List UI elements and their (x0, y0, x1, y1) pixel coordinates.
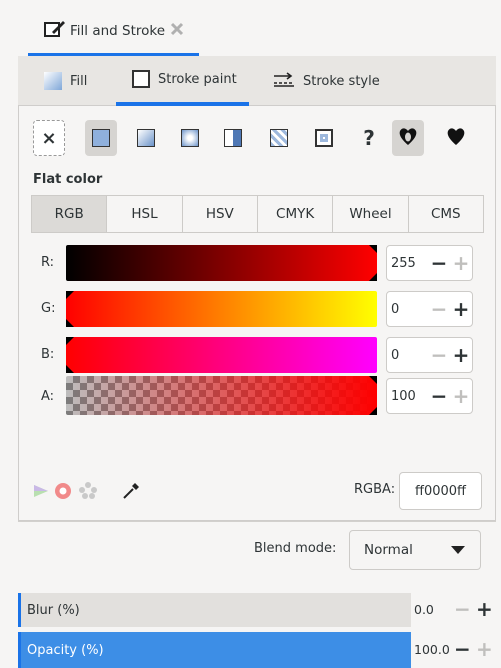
red-value[interactable]: 255 (387, 256, 428, 271)
blend-mode-dropdown[interactable]: Normal (349, 530, 481, 570)
no-paint-icon: × (41, 127, 57, 149)
color-picker-icon[interactable] (121, 481, 141, 505)
stroke-style-icon (273, 71, 295, 91)
unset-paint-icon: ? (363, 126, 375, 150)
opacity-label: Opacity (%) (27, 642, 104, 658)
radial-gradient-icon (181, 129, 199, 147)
chevron-down-icon (451, 546, 465, 554)
red-decrement-button[interactable]: − (428, 253, 450, 273)
pattern-icon (270, 129, 288, 147)
swatch-button[interactable] (308, 120, 340, 156)
green-increment-button[interactable]: + (450, 299, 472, 319)
tab-hsl[interactable]: HSL (106, 195, 183, 233)
tab-hsv[interactable]: HSV (181, 195, 258, 233)
red-slider-marker-bottom (369, 273, 377, 281)
fill-rule-nonzero-icon (445, 125, 467, 151)
color-scales-icon[interactable] (33, 483, 49, 503)
blue-slider-marker (66, 337, 74, 345)
fill-swatch-icon (44, 72, 62, 90)
green-slider-marker-bottom (66, 319, 74, 327)
radial-gradient-button[interactable] (174, 120, 206, 156)
alpha-gradient (66, 376, 377, 415)
blue-increment-button[interactable]: + (450, 345, 472, 365)
green-decrement-button[interactable]: − (428, 299, 450, 319)
tab-stroke-style[interactable]: Stroke style (273, 56, 380, 106)
alpha-label: A: (41, 389, 55, 404)
stroke-swatch-icon (132, 70, 150, 88)
close-icon[interactable] (169, 21, 185, 41)
mesh-gradient-icon (224, 129, 242, 147)
color-mode-tabs: RGB HSL HSV CMYK Wheel CMS (31, 195, 484, 233)
blue-decrement-button[interactable]: − (428, 345, 450, 365)
blue-label: B: (41, 347, 55, 362)
blur-slider[interactable]: Blur (%) (18, 593, 411, 627)
blur-value[interactable]: 0.0 (414, 602, 434, 617)
green-value[interactable]: 0 (387, 302, 428, 317)
green-spinbox[interactable]: 0 − + (386, 291, 473, 327)
fill-and-stroke-dock-tab[interactable]: Fill and Stroke (28, 8, 199, 56)
green-slider-marker (66, 291, 74, 299)
dock-tab-title: Fill and Stroke (70, 22, 166, 39)
opacity-decrement-button[interactable]: − (454, 637, 471, 661)
rgba-input[interactable]: ff0000ff (399, 472, 482, 510)
linear-gradient-icon (137, 129, 155, 147)
fill-stroke-tabs: Fill Stroke paint Stroke style (18, 56, 496, 106)
linear-gradient-button[interactable] (130, 120, 162, 156)
tab-wheel[interactable]: Wheel (332, 195, 409, 233)
tab-fill[interactable]: Fill (44, 56, 87, 106)
blur-decrement-button[interactable]: − (454, 597, 471, 621)
rgba-label: RGBA: (354, 482, 396, 497)
red-slider[interactable] (66, 245, 377, 281)
alpha-value[interactable]: 100 (387, 389, 428, 404)
blue-spinbox[interactable]: 0 − + (386, 337, 473, 373)
green-label: G: (41, 301, 56, 316)
alpha-decrement-button[interactable]: − (428, 386, 450, 406)
fill-rule-evenodd-icon (397, 125, 419, 151)
alpha-slider-marker (369, 376, 377, 384)
alpha-spinbox[interactable]: 100 − + (386, 378, 473, 414)
color-managed-icon[interactable] (53, 481, 73, 505)
tab-stroke-paint[interactable]: Stroke paint (116, 56, 249, 106)
section-label-flat-color: Flat color (33, 172, 103, 187)
pattern-button[interactable] (263, 120, 295, 156)
blur-increment-button[interactable]: + (476, 597, 493, 621)
red-slider-marker (369, 245, 377, 253)
alpha-slider-marker-bottom (369, 407, 377, 415)
no-paint-button[interactable]: × (33, 120, 65, 156)
red-increment-button[interactable]: + (450, 253, 472, 273)
tab-rgb[interactable]: RGB (31, 195, 108, 233)
opacity-increment-button[interactable]: + (476, 637, 493, 661)
fill-stroke-icon (44, 20, 66, 42)
red-label: R: (41, 255, 55, 270)
tab-fill-label: Fill (70, 73, 88, 89)
tab-stroke-style-label: Stroke style (303, 73, 380, 89)
flat-color-icon (92, 129, 110, 147)
tab-cmyk[interactable]: CMYK (256, 195, 334, 233)
blur-label: Blur (%) (27, 602, 80, 618)
tab-stroke-paint-label: Stroke paint (158, 71, 237, 87)
tab-cms[interactable]: CMS (407, 195, 484, 233)
alpha-slider[interactable] (66, 376, 377, 415)
unset-paint-button[interactable]: ? (353, 120, 385, 156)
green-slider[interactable] (66, 291, 377, 327)
opacity-slider[interactable]: Opacity (%) (18, 632, 411, 668)
out-of-gamut-icon[interactable] (78, 481, 98, 505)
fill-rule-evenodd-button[interactable] (392, 120, 424, 156)
blue-slider-marker-bottom (66, 365, 74, 373)
red-spinbox[interactable]: 255 − + (386, 245, 473, 281)
mesh-gradient-button[interactable] (217, 120, 249, 156)
blue-slider[interactable] (66, 337, 377, 373)
flat-color-button[interactable] (85, 120, 117, 156)
alpha-increment-button[interactable]: + (450, 386, 472, 406)
blend-mode-value: Normal (364, 542, 413, 558)
blue-value[interactable]: 0 (387, 348, 428, 363)
blend-mode-label: Blend mode: (254, 541, 337, 556)
divider (18, 521, 496, 522)
opacity-value[interactable]: 100.0 (414, 642, 450, 657)
swatch-icon (315, 129, 333, 147)
fill-rule-nonzero-button[interactable] (440, 120, 472, 156)
